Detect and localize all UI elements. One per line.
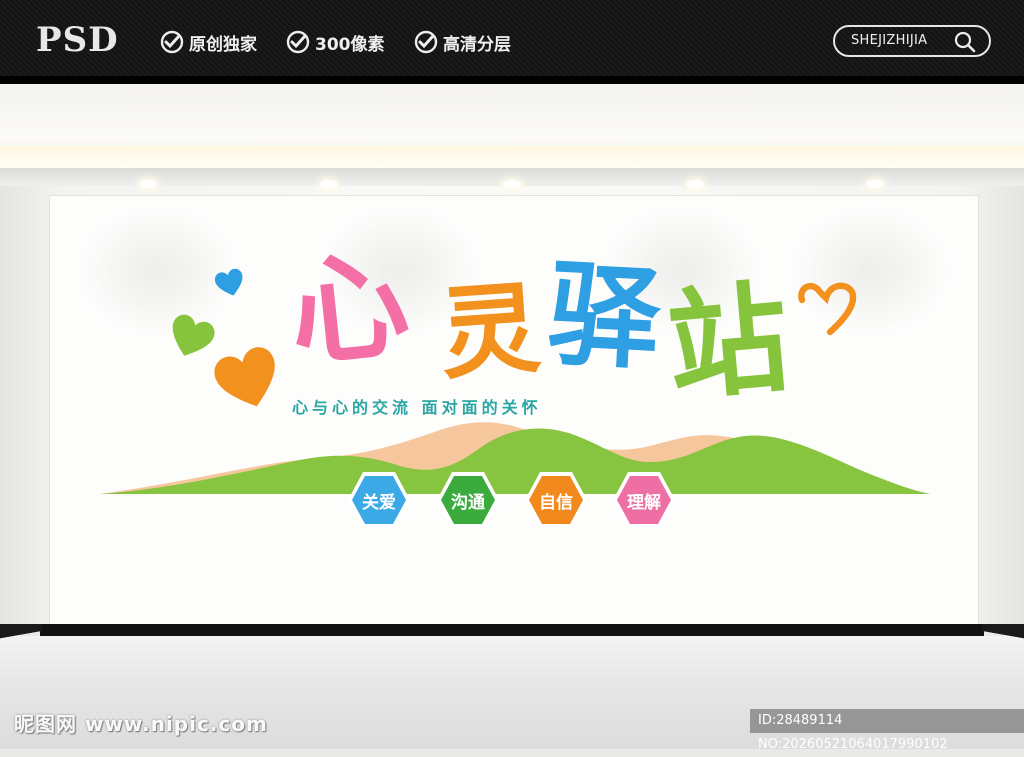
badge-understanding: 理解 bbox=[611, 470, 677, 530]
badge-label: 沟通 bbox=[451, 492, 485, 513]
spotlight bbox=[686, 180, 704, 188]
spotlight bbox=[866, 180, 884, 188]
feature-item-layers: 高清分层 bbox=[414, 28, 511, 56]
search-text: SHEJIZHIJIA bbox=[851, 33, 928, 48]
feature-item-resolution: 300像素 bbox=[286, 28, 385, 56]
feature-label: 300像素 bbox=[315, 34, 385, 55]
feature-item-original: 原创独家 bbox=[160, 28, 257, 56]
orange-heart-outline-icon bbox=[798, 282, 857, 336]
green-heart-icon bbox=[172, 314, 215, 356]
floor-edge bbox=[0, 624, 42, 652]
title-char-ling: 灵 bbox=[436, 269, 544, 394]
title-char-zhan: 站 bbox=[662, 269, 794, 418]
spotlight bbox=[503, 180, 521, 188]
spotlight bbox=[139, 180, 157, 188]
badge-label: 关爱 bbox=[362, 492, 396, 513]
badge-label: 自信 bbox=[539, 492, 573, 513]
watermark-id: ID:28489114 NO:20260521064017990102 bbox=[750, 709, 1024, 752]
badge-confidence: 自信 bbox=[523, 470, 589, 530]
ceiling-light-cove bbox=[0, 146, 1024, 168]
search-icon[interactable] bbox=[953, 30, 977, 54]
floor-edge bbox=[982, 624, 1024, 652]
subtitle: 心与心的交流 面对面的关怀 bbox=[292, 398, 542, 417]
watermark-site: 昵图网 www.nipic.com bbox=[14, 712, 268, 736]
spotlight bbox=[320, 180, 338, 188]
badge-label: 理解 bbox=[627, 492, 661, 513]
top-bar-divider bbox=[0, 76, 1024, 84]
badge-care: 关爱 bbox=[346, 470, 412, 530]
feature-label: 高清分层 bbox=[443, 34, 511, 55]
title-char-yi: 驿 bbox=[544, 250, 664, 386]
feature-label: 原创独家 bbox=[189, 34, 257, 55]
search-box[interactable]: SHEJIZHIJIA bbox=[833, 25, 991, 57]
orange-heart-icon bbox=[214, 347, 275, 407]
baseboard bbox=[40, 624, 984, 636]
check-circle-icon bbox=[160, 30, 184, 54]
blue-heart-icon bbox=[214, 268, 243, 296]
badge-communication: 沟通 bbox=[435, 470, 501, 530]
check-circle-icon bbox=[414, 30, 438, 54]
check-circle-icon bbox=[286, 30, 310, 54]
title-char-xin: 心 bbox=[283, 234, 415, 384]
psd-logo: PSD bbox=[36, 20, 119, 60]
